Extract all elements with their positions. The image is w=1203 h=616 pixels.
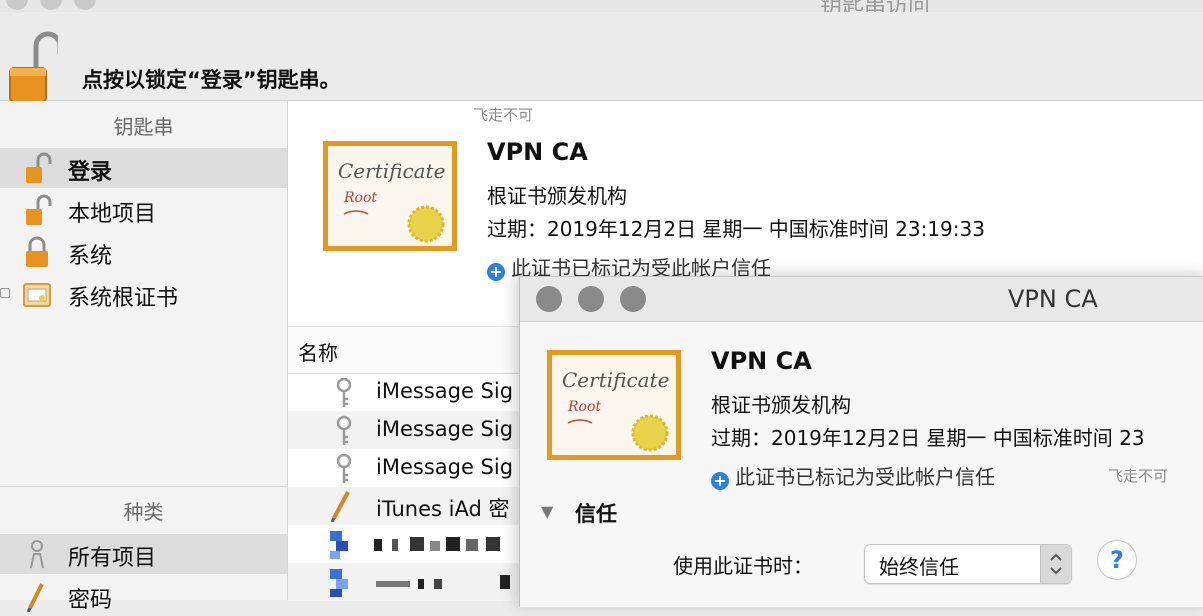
categories-header: 种类 bbox=[123, 500, 164, 524]
lock-message[interactable]: 点按以锁定“登录”钥匙串。 bbox=[82, 64, 341, 94]
watermark-text: 飞走不可 bbox=[1108, 467, 1169, 485]
table-row[interactable]: iMessage Sig bbox=[288, 411, 528, 449]
cert-name: VPN CA bbox=[487, 138, 588, 166]
plus-circle-icon: + bbox=[487, 263, 505, 281]
zoom-button[interactable] bbox=[620, 286, 646, 312]
detail-cert-expiry: 过期：2019年12月2日 星期一 中国标准时间 23 bbox=[711, 426, 1145, 450]
trust-note-text: 此证书已标记为受此帐户信任 bbox=[735, 465, 995, 489]
detail-cert-name: VPN CA bbox=[711, 347, 812, 375]
sidebar-item-passwords[interactable]: 密码 bbox=[0, 576, 287, 616]
column-header-name[interactable]: 名称 bbox=[288, 326, 528, 374]
row-name: iMessage Sig bbox=[376, 379, 514, 403]
sidebar-item-label: 本地项目 bbox=[68, 202, 157, 227]
sidebar-item-label: 所有项目 bbox=[68, 546, 157, 571]
pencil-icon bbox=[26, 583, 44, 612]
watermark-text: 飞走不可 bbox=[473, 106, 534, 124]
unlocked-padlock-icon bbox=[26, 194, 52, 225]
close-button[interactable] bbox=[6, 0, 28, 10]
sidebar-divider bbox=[0, 486, 287, 487]
table-row[interactable]: iMessage Sig bbox=[288, 449, 528, 487]
window-titlebar: 钥匙串访问 bbox=[0, 0, 1203, 19]
key-icon bbox=[336, 377, 352, 407]
minimize-button[interactable] bbox=[40, 0, 62, 10]
pencil-icon bbox=[330, 491, 350, 522]
disclosure-triangle-icon[interactable]: ▼ bbox=[541, 502, 553, 521]
updown-arrows-icon bbox=[1040, 545, 1071, 583]
sidebar-item-system[interactable]: 系统 bbox=[0, 232, 287, 272]
row-name: iTunes iAd 密 bbox=[376, 497, 510, 521]
sidebar-item-label: 登录 bbox=[68, 160, 113, 185]
table-row[interactable] bbox=[288, 563, 528, 601]
row-name: iMessage Sig bbox=[376, 417, 514, 441]
locked-padlock-icon bbox=[26, 236, 48, 267]
zoom-button[interactable] bbox=[74, 0, 96, 10]
help-button[interactable]: ? bbox=[1097, 540, 1137, 580]
cert-kind: 根证书颁发机构 bbox=[487, 184, 627, 208]
certificate-icon[interactable]: Certificate Root bbox=[546, 349, 682, 461]
cert-badge-line1: Certificate bbox=[562, 368, 669, 392]
table-row[interactable]: iTunes iAd 密 bbox=[288, 487, 528, 525]
detail-trust-note: + 此证书已标记为受此帐户信任 bbox=[711, 461, 995, 490]
use-certificate-label: 使用此证书时： bbox=[673, 554, 813, 578]
unlocked-padlock-icon bbox=[26, 152, 52, 183]
sidebar-item-local-items[interactable]: 本地项目 bbox=[0, 190, 287, 230]
trust-popup-value: 始终信任 bbox=[879, 555, 959, 579]
close-button[interactable] bbox=[536, 286, 562, 312]
cert-badge-line1: Certificate bbox=[338, 159, 445, 183]
cert-badge-line2: Root bbox=[343, 190, 377, 206]
plus-circle-icon: + bbox=[711, 472, 729, 490]
certificate-icon[interactable]: Certificate Root bbox=[322, 140, 458, 252]
cert-badge-line2: Root bbox=[567, 399, 601, 415]
cert-expiry: 过期：2019年12月2日 星期一 中国标准时间 23:19:33 bbox=[487, 217, 985, 241]
table-row[interactable] bbox=[288, 525, 528, 563]
people-icon bbox=[30, 540, 44, 569]
toolbar: 点按以锁定“登录”钥匙串。 bbox=[0, 12, 1203, 104]
sidebar-item-all-items[interactable]: 所有项目 bbox=[0, 534, 287, 574]
keychains-header: 钥匙串 bbox=[113, 115, 174, 139]
minimize-button[interactable] bbox=[578, 286, 604, 312]
detail-cert-kind: 根证书颁发机构 bbox=[711, 393, 851, 417]
sidebar-item-login[interactable]: 登录 bbox=[0, 148, 287, 188]
detail-window-title: VPN CA bbox=[1008, 285, 1098, 313]
key-icon bbox=[336, 453, 352, 483]
sidebar-item-label: 系统根证书 bbox=[68, 286, 179, 311]
trust-popup-button[interactable]: 始终信任 bbox=[864, 544, 1072, 584]
disclosure-handle[interactable] bbox=[0, 288, 10, 298]
detail-titlebar: VPN CA bbox=[520, 277, 1203, 322]
key-icon bbox=[336, 415, 352, 445]
sidebar: 钥匙串 登录 本地项目 系统 系统根证书 种类 所有项目 密码 bbox=[0, 101, 288, 613]
pixelated-content bbox=[330, 569, 510, 597]
table-row[interactable]: iMessage Sig bbox=[288, 373, 528, 411]
sidebar-item-label: 密码 bbox=[68, 588, 113, 613]
row-name: iMessage Sig bbox=[376, 455, 514, 479]
pixelated-content bbox=[330, 531, 500, 559]
sidebar-item-label: 系统 bbox=[68, 244, 113, 269]
name-column-label: 名称 bbox=[298, 341, 338, 365]
trust-section-label[interactable]: 信任 bbox=[575, 498, 617, 528]
certificate-folder-icon bbox=[23, 283, 51, 307]
sidebar-item-system-roots[interactable]: 系统根证书 bbox=[0, 274, 287, 314]
unlocked-padlock-icon[interactable] bbox=[6, 26, 58, 104]
